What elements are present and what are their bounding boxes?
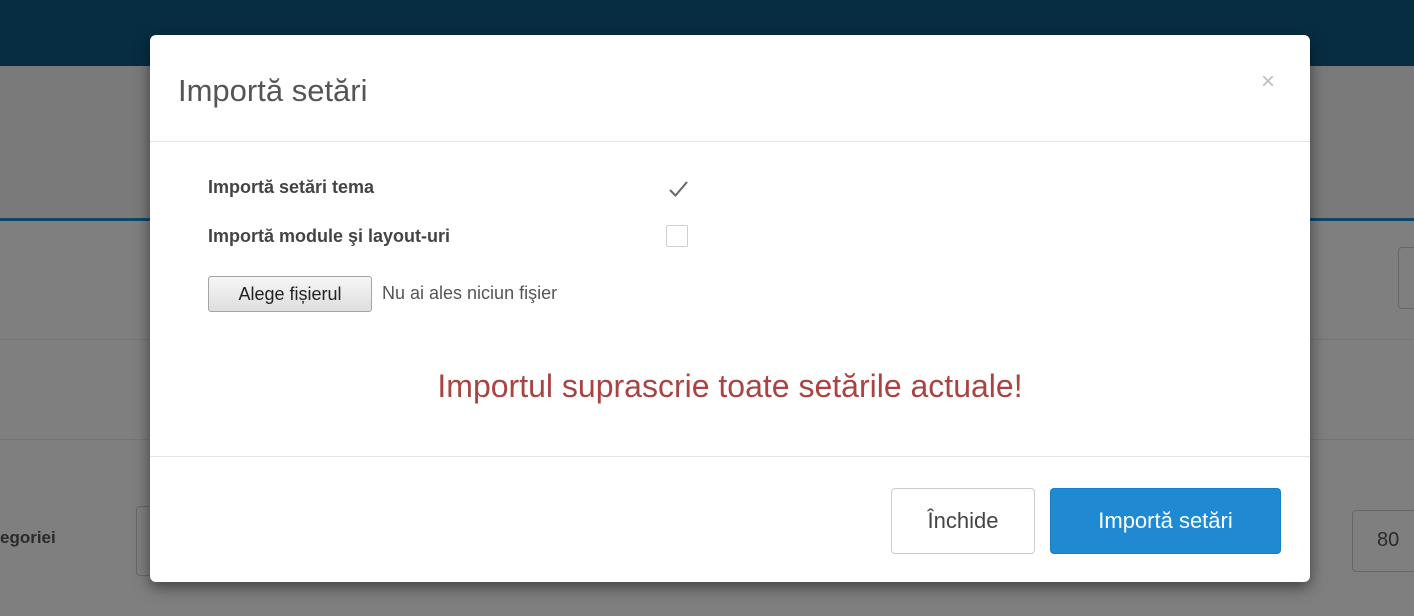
checkbox-import-theme-settings[interactable] <box>666 177 688 199</box>
file-status-text: Nu ai ales niciun fişier <box>382 283 558 303</box>
option-label-import-theme-settings: Importă setări tema <box>208 177 375 197</box>
import-settings-button[interactable]: Importă setări <box>1050 488 1281 554</box>
close-button[interactable]: Închide <box>891 488 1035 554</box>
check-icon <box>669 181 688 197</box>
modal-footer: Închide Importă setări <box>150 456 1310 582</box>
close-icon[interactable]: × <box>1254 67 1282 97</box>
overwrite-warning: Importul suprascrie toate setările actua… <box>437 368 1023 404</box>
checkbox-import-modules-layouts[interactable] <box>666 225 688 247</box>
page: egoriei 80 Importă setări × Importă setă… <box>0 0 1414 616</box>
option-label-import-modules-layouts: Importă module şi layout-uri <box>208 226 451 246</box>
choose-file-button[interactable]: Alege fișierul <box>208 276 372 312</box>
import-settings-modal: Importă setări × Importă setări tema Imp… <box>150 35 1310 582</box>
modal-header: Importă setări × <box>150 35 1310 142</box>
modal-title: Importă setări <box>178 73 368 108</box>
